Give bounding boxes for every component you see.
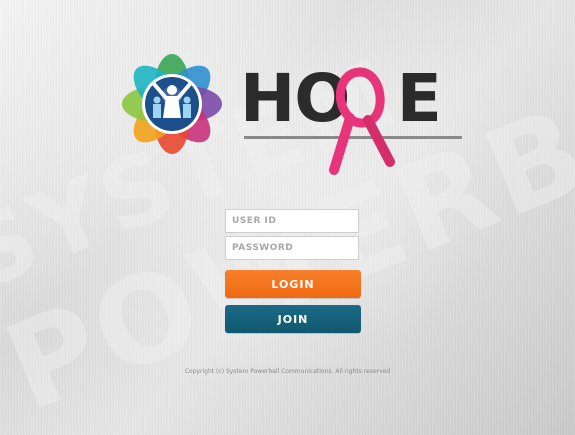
- people-circle-emblem-icon: [122, 54, 222, 154]
- awareness-ribbon-icon: [329, 67, 395, 175]
- login-button[interactable]: LOGIN: [225, 270, 361, 298]
- hope-logo: HOPE: [120, 52, 465, 192]
- password-input[interactable]: [225, 236, 359, 260]
- copyright-notice: Copyright (c) System Powerball Communica…: [184, 368, 391, 375]
- user-id-input[interactable]: [225, 209, 359, 233]
- join-button[interactable]: JOIN: [225, 305, 361, 333]
- brand-wordmark-e: E: [396, 60, 442, 137]
